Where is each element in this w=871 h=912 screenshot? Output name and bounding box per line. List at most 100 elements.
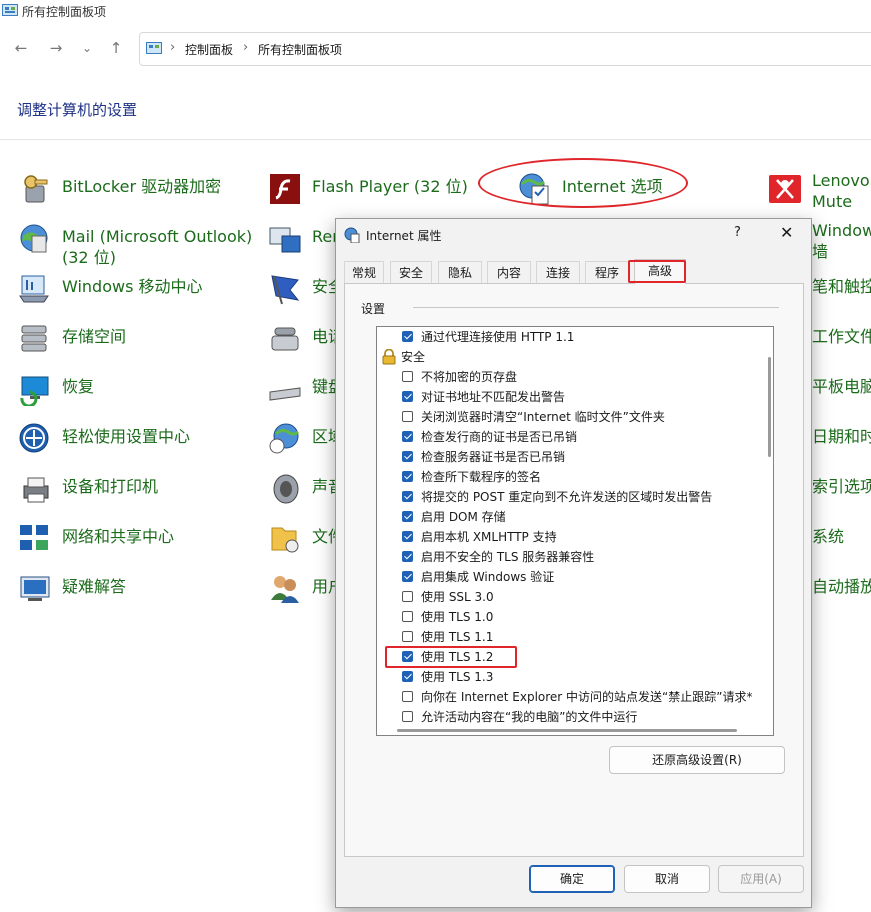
- setting-row[interactable]: 允许活动内容在“我的电脑”的文件中运行: [377, 707, 757, 727]
- setting-row[interactable]: 使用 SSL 3.0: [377, 587, 757, 607]
- item-label: Window: [812, 221, 871, 240]
- setting-checkbox[interactable]: [402, 471, 413, 482]
- window-titlebar: 所有控制面板项: [0, 0, 871, 24]
- setting-checkbox[interactable]: [402, 511, 413, 522]
- setting-label: 检查服务器证书是否已吊销: [421, 450, 566, 464]
- setting-label: 向你在 Internet Explorer 中访问的站点发送“禁止跟踪”请求*: [421, 690, 753, 704]
- setting-row[interactable]: 将提交的 POST 重定向到不允许发送的区域时发出警告: [377, 487, 757, 507]
- keyboard-icon: [269, 387, 301, 401]
- setting-label: 对证书地址不匹配发出警告: [421, 390, 566, 404]
- setting-row[interactable]: 关闭浏览器时清空“Internet 临时文件”文件夹: [377, 407, 757, 427]
- item-label: Flash Player (32 位): [312, 177, 468, 196]
- annotation-box-tab: [628, 260, 686, 283]
- item-label: 存储空间: [62, 327, 127, 346]
- item-label: (32 位): [62, 248, 116, 267]
- setting-row[interactable]: 启用不安全的 TLS 服务器兼容性: [377, 547, 757, 567]
- setting-checkbox[interactable]: [402, 691, 413, 702]
- setting-label: 不将加密的页存盘: [421, 370, 518, 384]
- bitlocker-key-icon: [24, 175, 48, 203]
- cancel-button[interactable]: 取消: [624, 865, 710, 893]
- ok-button[interactable]: 确定: [529, 865, 615, 893]
- recent-locations-button[interactable]: ⌄: [77, 38, 97, 58]
- setting-label: 将提交的 POST 重定向到不允许发送的区域时发出警告: [421, 490, 713, 504]
- annotation-circle: [478, 158, 688, 208]
- mobility-center-icon: [19, 275, 49, 303]
- tab-privacy[interactable]: 隐私: [438, 261, 482, 283]
- setting-checkbox[interactable]: [402, 371, 413, 382]
- advanced-panel: 设置 允许活动内容在“我的电脑”的文件中运行 向你在 Internet Explo…: [344, 283, 804, 857]
- tab-programs[interactable]: 程序: [585, 261, 629, 283]
- help-button[interactable]: ?: [734, 225, 741, 240]
- breadcrumb-separator: ›: [243, 40, 249, 55]
- item-label: 索引选项: [812, 477, 871, 496]
- setting-checkbox[interactable]: [402, 531, 413, 542]
- setting-checkbox[interactable]: [402, 671, 413, 682]
- restore-advanced-button[interactable]: 还原高级设置(R): [609, 746, 785, 774]
- setting-row[interactable]: 向你在 Internet Explorer 中访问的站点发送“禁止跟踪”请求*: [377, 687, 757, 707]
- setting-row[interactable]: 启用 DOM 存储: [377, 507, 757, 527]
- setting-checkbox[interactable]: [402, 571, 413, 582]
- up-button[interactable]: ↑: [106, 38, 126, 58]
- ease-of-access-icon: [19, 423, 49, 453]
- setting-row[interactable]: 使用 TLS 1.3: [377, 667, 757, 687]
- setting-row[interactable]: 启用本机 XMLHTTP 支持: [377, 527, 757, 547]
- apply-button[interactable]: 应用(A): [718, 865, 804, 893]
- setting-row[interactable]: 使用 TLS 1.1: [377, 627, 757, 647]
- dialog-title: Internet 属性: [366, 229, 442, 243]
- tab-strip: 常规 安全 隐私 内容 连接 程序 高级: [344, 259, 804, 284]
- setting-row[interactable]: 使用 TLS 1.0: [377, 607, 757, 627]
- network-icon: [20, 525, 48, 550]
- item-label: Mail (Microsoft Outlook): [62, 227, 253, 246]
- tab-connections[interactable]: 连接: [536, 261, 580, 283]
- setting-checkbox[interactable]: [402, 591, 413, 602]
- vertical-scrollbar[interactable]: [768, 357, 771, 457]
- setting-checkbox[interactable]: [402, 431, 413, 442]
- setting-label: 允许活动内容在“我的电脑”的文件中运行: [421, 710, 638, 724]
- setting-checkbox[interactable]: [402, 331, 413, 342]
- forward-button[interactable]: →: [46, 38, 66, 58]
- setting-row[interactable]: 对证书地址不匹配发出警告: [377, 387, 757, 407]
- setting-row[interactable]: 检查发行商的证书是否已吊销: [377, 427, 757, 447]
- horizontal-scrollbar[interactable]: [397, 729, 737, 732]
- setting-label: 使用 TLS 1.3: [421, 670, 494, 684]
- setting-checkbox[interactable]: [402, 491, 413, 502]
- item-label: 疑难解答: [62, 577, 127, 596]
- region-clock-icon: [269, 423, 300, 454]
- recovery-icon: [20, 376, 49, 406]
- item-label: 系统: [812, 527, 845, 546]
- setting-label: 启用本机 XMLHTTP 支持: [421, 530, 557, 544]
- back-button[interactable]: ←: [11, 38, 31, 58]
- setting-checkbox[interactable]: [402, 631, 413, 642]
- setting-row[interactable]: 不将加密的页存盘: [377, 367, 757, 387]
- address-bar[interactable]: › 控制面板 › 所有控制面板项: [139, 32, 871, 66]
- setting-checkbox[interactable]: [402, 711, 413, 722]
- item-label: 轻松使用设置中心: [62, 427, 191, 446]
- tab-content[interactable]: 内容: [487, 261, 531, 283]
- lock-icon: [382, 349, 396, 365]
- item-label: Lenovo: [812, 171, 870, 190]
- lenovo-mute-icon: [769, 175, 801, 203]
- settings-list[interactable]: 允许活动内容在“我的电脑”的文件中运行 向你在 Internet Explorer…: [376, 326, 774, 736]
- item-label: 设备和打印机: [62, 477, 159, 496]
- setting-row[interactable]: 启用集成 Windows 验证: [377, 567, 757, 587]
- setting-row[interactable]: 通过代理连接使用 HTTP 1.1: [377, 327, 757, 347]
- item-label: 墙: [812, 242, 829, 261]
- setting-checkbox[interactable]: [402, 611, 413, 622]
- setting-checkbox[interactable]: [402, 551, 413, 562]
- divider: [413, 307, 779, 308]
- tab-general[interactable]: 常规: [344, 261, 384, 283]
- breadcrumb-control-panel[interactable]: 控制面板: [185, 41, 233, 58]
- item-label: 工作文件: [812, 327, 871, 346]
- breadcrumb-separator: ›: [170, 40, 176, 55]
- setting-checkbox[interactable]: [402, 451, 413, 462]
- setting-row[interactable]: 检查服务器证书是否已吊销: [377, 447, 757, 467]
- setting-row[interactable]: 检查所下载程序的签名: [377, 467, 757, 487]
- printer-icon: [23, 477, 49, 503]
- category-header: 安全: [377, 347, 757, 367]
- setting-checkbox[interactable]: [402, 391, 413, 402]
- setting-checkbox[interactable]: [402, 411, 413, 422]
- tab-security[interactable]: 安全: [390, 261, 432, 283]
- setting-label: 关闭浏览器时清空“Internet 临时文件”文件夹: [421, 410, 665, 424]
- close-button[interactable]: ✕: [780, 223, 793, 242]
- breadcrumb-all-items[interactable]: 所有控制面板项: [258, 41, 342, 58]
